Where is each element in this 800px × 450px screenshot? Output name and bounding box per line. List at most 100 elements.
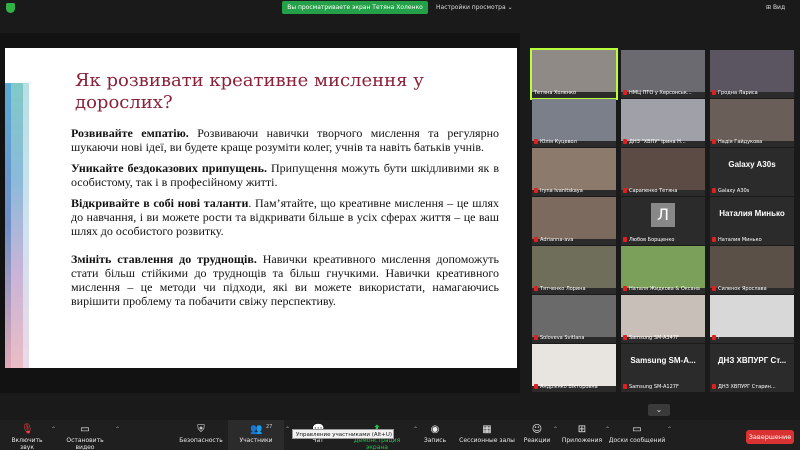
participant-name: Любов Борщенко: [623, 236, 703, 244]
chevron-up-icon[interactable]: ⌃: [115, 426, 120, 433]
view-button[interactable]: ⊞ Вид: [766, 1, 798, 14]
participant-name: ї: [712, 334, 792, 342]
paragraph: Відкривайте в собі нові таланти. Пам’ята…: [71, 196, 500, 238]
video-feed: [621, 50, 705, 92]
whiteboards-button[interactable]: ▭ Доски сообщений ⌃: [608, 420, 672, 450]
participant-tile[interactable]: ДНЗ ХВПУРГ Ст... ДНЗ ХВПУРГ Старин...: [710, 344, 794, 392]
participant-tile[interactable]: Samsung SM-A... Samsung SM-A127F: [621, 344, 705, 392]
participant-name: Надія Гайдукова: [712, 138, 792, 146]
paragraph: Розвивайте емпатію. Розвиваючи навички т…: [71, 126, 500, 154]
paragraph: Змініть ставлення до труднощів. Навички …: [71, 252, 500, 308]
participant-tile[interactable]: Тетяна Холенко: [530, 48, 618, 100]
participant-display-name: Samsung SM-A...: [630, 356, 696, 365]
participant-name: Iryna Ivanitskaya: [534, 187, 614, 195]
participant-name: Наталя Жидкова & Оксана: [623, 285, 703, 293]
video-feed: [710, 246, 794, 288]
mic-muted-icon: [712, 286, 716, 291]
video-feed: [710, 295, 794, 337]
participant-tile[interactable]: Юлія Куцевол: [532, 99, 616, 147]
decor-stripe: [23, 83, 29, 368]
video-feed: [532, 148, 616, 190]
share-status-banner: Вы просматриваете экран Тетяна Холенко: [282, 1, 428, 14]
video-feed: Galaxy A30s: [710, 148, 794, 190]
record-icon: ◉: [430, 424, 440, 435]
shield-icon[interactable]: [6, 3, 15, 13]
participant-name: Samsung SM-A347F: [623, 334, 703, 342]
participant-tile[interactable]: Гродна Лариса: [710, 50, 794, 98]
participant-tile[interactable]: Л Любов Борщенко: [621, 197, 705, 245]
participant-tile[interactable]: Galaxy A30s Galaxy A30s: [710, 148, 794, 196]
participant-name: ДНЗ ХВПУРГ Старин...: [712, 383, 792, 391]
reactions-button[interactable]: ☺ Реакции ⌃: [522, 420, 558, 450]
participant-tile[interactable]: Наталя Жидкова & Оксана: [621, 246, 705, 294]
mic-muted-icon: [534, 335, 538, 340]
view-options-label: Настройки просмотра: [436, 4, 506, 11]
mic-muted-icon: [712, 139, 716, 144]
paragraph: Уникайте бездоказових припущень. Припуще…: [71, 161, 499, 189]
mic-muted-icon: [712, 90, 716, 95]
participants-button[interactable]: 👥 Участники 27 ⌃: [228, 420, 290, 450]
video-feed: [621, 246, 705, 288]
participant-name: НМЦ ПТО у Херсонськ...: [623, 89, 703, 97]
chevron-up-icon[interactable]: ⌃: [413, 426, 418, 433]
participant-tile[interactable]: Тятченко Лорина: [532, 246, 616, 294]
gallery-scroll-down[interactable]: ⌄: [648, 404, 670, 416]
end-meeting-button[interactable]: Завершение: [746, 430, 794, 444]
participant-gallery: Тетяна Холенко НМЦ ПТО у Херсонськ... Грод…: [530, 48, 800, 400]
participant-tile[interactable]: ДНЗ "ХВПУ" Ірина Н...: [621, 99, 705, 147]
presentation-slide: Як розвивати креативне мислення у доросл…: [5, 48, 517, 368]
participant-tile[interactable]: Сарапенко Тетяна: [621, 148, 705, 196]
view-options-button[interactable]: Настройки просмотра ⌄: [432, 1, 520, 14]
participant-tile[interactable]: Наталия Минько Наталия Минько: [710, 197, 794, 245]
mic-muted-icon: [623, 384, 627, 389]
participant-name: Samsung SM-A127F: [623, 383, 703, 391]
smile-icon: ☺: [531, 424, 543, 435]
apps-button[interactable]: ⊞ Приложения ⌃: [560, 420, 610, 450]
video-feed: [621, 148, 705, 190]
stop-video-button[interactable]: ▭ Остановить видео ⌃: [56, 420, 120, 450]
view-label: Вид: [772, 4, 786, 11]
unmute-button[interactable]: 🎙 Включить звук ⌃: [4, 420, 56, 450]
camera-icon: ▭: [80, 424, 90, 435]
chevron-up-icon[interactable]: ⌃: [285, 426, 290, 433]
breakout-rooms-button[interactable]: ▦ Сессионные залы: [456, 420, 518, 450]
avatar: Л: [651, 203, 675, 227]
participant-tile[interactable]: Adrianna-ava: [532, 197, 616, 245]
video-feed: Samsung SM-A...: [621, 344, 705, 386]
video-feed: [532, 344, 616, 386]
slide-body: Розвивайте емпатію. Розвиваючи навички т…: [71, 126, 499, 315]
participant-name: Наталия Минько: [712, 236, 792, 244]
participant-name: Сарапенко Тетяна: [623, 187, 703, 195]
participant-tile[interactable]: НМЦ ПТО у Херсонськ...: [621, 50, 705, 98]
chevron-up-icon[interactable]: ⌃: [667, 426, 672, 433]
participant-tile[interactable]: Силенок Ярослава: [710, 246, 794, 294]
participant-tile[interactable]: ї: [710, 295, 794, 343]
participant-name: Силенок Ярослава: [712, 285, 792, 293]
chevron-up-icon[interactable]: ⌃: [553, 426, 558, 433]
mic-muted-icon: [534, 384, 538, 389]
apps-icon: ⊞: [577, 424, 587, 435]
security-button[interactable]: ⛨ Безопасность: [178, 420, 224, 450]
participant-tile[interactable]: Samsung SM-A347F: [621, 295, 705, 343]
participant-name: Тятченко Лорина: [534, 285, 614, 293]
mic-muted-icon: [534, 188, 538, 193]
participant-tile[interactable]: Iryna Ivanitskaya: [532, 148, 616, 196]
mic-muted-icon: [712, 335, 716, 340]
top-bar: Вы просматриваете экран Тетяна Холенко Н…: [0, 0, 800, 16]
record-button[interactable]: ◉ Запись: [420, 420, 450, 450]
participant-name: Soloveva Svitlana: [534, 334, 614, 342]
participant-tile[interactable]: Андрієнко Вікторовна: [532, 344, 616, 392]
slide-title: Як розвивати креативне мислення у доросл…: [75, 70, 424, 113]
participant-display-name: Наталия Минько: [719, 209, 785, 218]
meeting-toolbar: 🎙 Включить звук ⌃ ▭ Остановить видео ⌃ ⛨ Б…: [0, 420, 800, 450]
participants-tooltip: Управление участниками (Alt+U): [292, 429, 394, 439]
video-feed: Л: [621, 197, 705, 239]
mic-muted-icon: [712, 188, 716, 193]
video-feed: [532, 246, 616, 288]
participant-tile[interactable]: Soloveva Svitlana: [532, 295, 616, 343]
participant-name: Гродна Лариса: [712, 89, 792, 97]
participant-display-name: Galaxy A30s: [728, 160, 776, 169]
participant-tile[interactable]: Надія Гайдукова: [710, 99, 794, 147]
participant-name: Тетяна Холенко: [534, 90, 577, 96]
video-feed: [532, 50, 616, 92]
